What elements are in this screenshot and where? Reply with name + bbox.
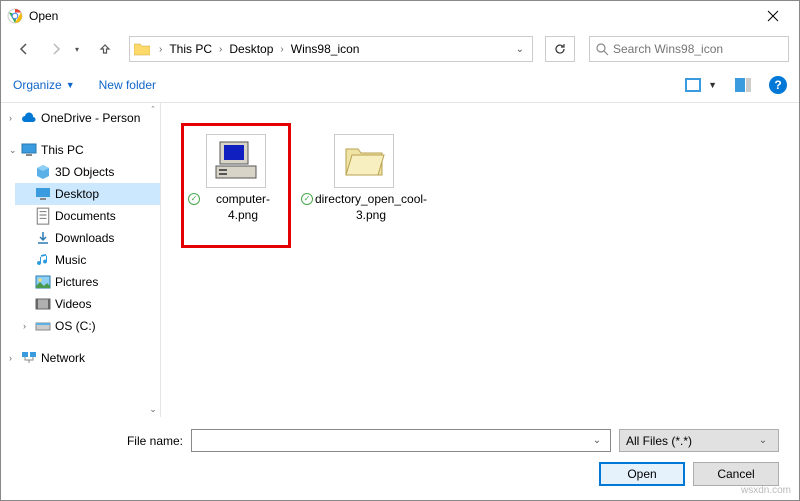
chevron-down-icon: ⌄ xyxy=(754,435,772,446)
breadcrumb-thispc[interactable]: This PC xyxy=(167,42,214,56)
file-filter-dropdown[interactable]: All Files (*.*) ⌄ xyxy=(619,429,779,452)
view-mode-button[interactable]: ▼ xyxy=(685,78,717,92)
scroll-down-icon[interactable]: ⌄ xyxy=(148,404,158,415)
sync-icon: ✓ xyxy=(188,193,200,205)
organize-button[interactable]: Organize▼ xyxy=(13,78,75,92)
file-directory-open[interactable]: ✓directory_open_cool-3.png xyxy=(309,123,419,223)
scroll-up-icon[interactable]: ˆ xyxy=(148,105,158,115)
network-icon xyxy=(21,350,37,366)
refresh-button[interactable] xyxy=(545,36,575,62)
tree-music[interactable]: Music xyxy=(15,249,160,271)
filename-input[interactable]: ⌄ xyxy=(191,429,611,452)
forward-button[interactable] xyxy=(43,36,69,62)
watermark: wsxdn.com xyxy=(741,485,791,496)
breadcrumb-current[interactable]: Wins98_icon xyxy=(289,42,362,56)
file-computer4[interactable]: ✓computer-4.png xyxy=(181,123,291,248)
music-icon xyxy=(35,252,51,268)
titlebar: Open xyxy=(1,1,799,31)
chevron-right-icon[interactable]: › xyxy=(275,44,288,55)
downloads-icon xyxy=(35,230,51,246)
chevron-down-icon: ▼ xyxy=(66,80,75,90)
search-box[interactable] xyxy=(589,36,789,62)
new-folder-button[interactable]: New folder xyxy=(99,78,156,92)
chrome-icon xyxy=(7,8,23,24)
desktop-icon xyxy=(35,186,51,202)
thumbnail xyxy=(206,134,266,188)
back-button[interactable] xyxy=(11,36,37,62)
open-button[interactable]: Open xyxy=(599,462,685,486)
tree-onedrive[interactable]: › OneDrive - Person xyxy=(1,107,160,129)
breadcrumb-dropdown-icon[interactable]: ⌄ xyxy=(516,44,524,55)
tree-thispc[interactable]: ⌄ This PC xyxy=(1,139,160,161)
search-input[interactable] xyxy=(613,42,782,56)
tree-pictures[interactable]: Pictures xyxy=(15,271,160,293)
file-name: computer-4.png xyxy=(202,192,284,223)
breadcrumb-desktop[interactable]: Desktop xyxy=(227,42,275,56)
filename-label: File name: xyxy=(21,434,191,448)
preview-pane-button[interactable] xyxy=(735,78,751,92)
open-dialog: Open ▾ › This PC › Desktop › Wins98_icon… xyxy=(0,0,800,501)
tree-desktop[interactable]: Desktop xyxy=(15,183,160,205)
help-button[interactable]: ? xyxy=(769,76,787,94)
toolbar: Organize▼ New folder ▼ ? xyxy=(1,67,799,103)
chevron-right-icon[interactable]: › xyxy=(9,113,21,123)
pc-icon xyxy=(21,142,37,158)
window-title: Open xyxy=(29,9,753,23)
tree-downloads[interactable]: Downloads xyxy=(15,227,160,249)
nav-bar: ▾ › This PC › Desktop › Wins98_icon ⌄ xyxy=(1,31,799,67)
search-icon xyxy=(596,43,609,56)
tree-network[interactable]: ›Network xyxy=(1,347,160,369)
chevron-right-icon[interactable]: › xyxy=(154,44,167,55)
folder-icon xyxy=(134,42,150,56)
chevron-down-icon: ▼ xyxy=(708,80,717,90)
thumbnail xyxy=(334,134,394,188)
tree-3dobjects[interactable]: 3D Objects xyxy=(15,161,160,183)
pictures-icon xyxy=(35,274,51,290)
tree-osdrive[interactable]: ›OS (C:) xyxy=(15,315,160,337)
sync-icon: ✓ xyxy=(301,193,313,205)
chevron-right-icon[interactable]: › xyxy=(23,321,35,331)
chevron-right-icon[interactable]: › xyxy=(214,44,227,55)
cancel-button[interactable]: Cancel xyxy=(693,462,779,486)
tree-documents[interactable]: Documents xyxy=(15,205,160,227)
documents-icon xyxy=(35,208,51,224)
history-dropdown-icon[interactable]: ▾ xyxy=(75,45,87,54)
chevron-down-icon[interactable]: ⌄ xyxy=(9,145,21,156)
cloud-icon xyxy=(21,110,37,126)
file-list[interactable]: ✓computer-4.png ✓directory_open_cool-3.p… xyxy=(161,103,799,417)
tree-videos[interactable]: Videos xyxy=(15,293,160,315)
filename-dropdown-icon[interactable]: ⌄ xyxy=(588,435,606,446)
up-button[interactable] xyxy=(93,37,117,61)
footer: File name: ⌄ All Files (*.*) ⌄ Open Canc… xyxy=(1,417,799,500)
file-name: directory_open_cool-3.png xyxy=(315,192,427,223)
3d-icon xyxy=(35,164,51,180)
videos-icon xyxy=(35,296,51,312)
close-button[interactable] xyxy=(753,2,793,30)
breadcrumb[interactable]: › This PC › Desktop › Wins98_icon ⌄ xyxy=(129,36,533,62)
drive-icon xyxy=(35,318,51,334)
folder-tree: ˆ › OneDrive - Person ⌄ This PC 3D Objec… xyxy=(1,103,161,417)
chevron-right-icon[interactable]: › xyxy=(9,353,21,363)
